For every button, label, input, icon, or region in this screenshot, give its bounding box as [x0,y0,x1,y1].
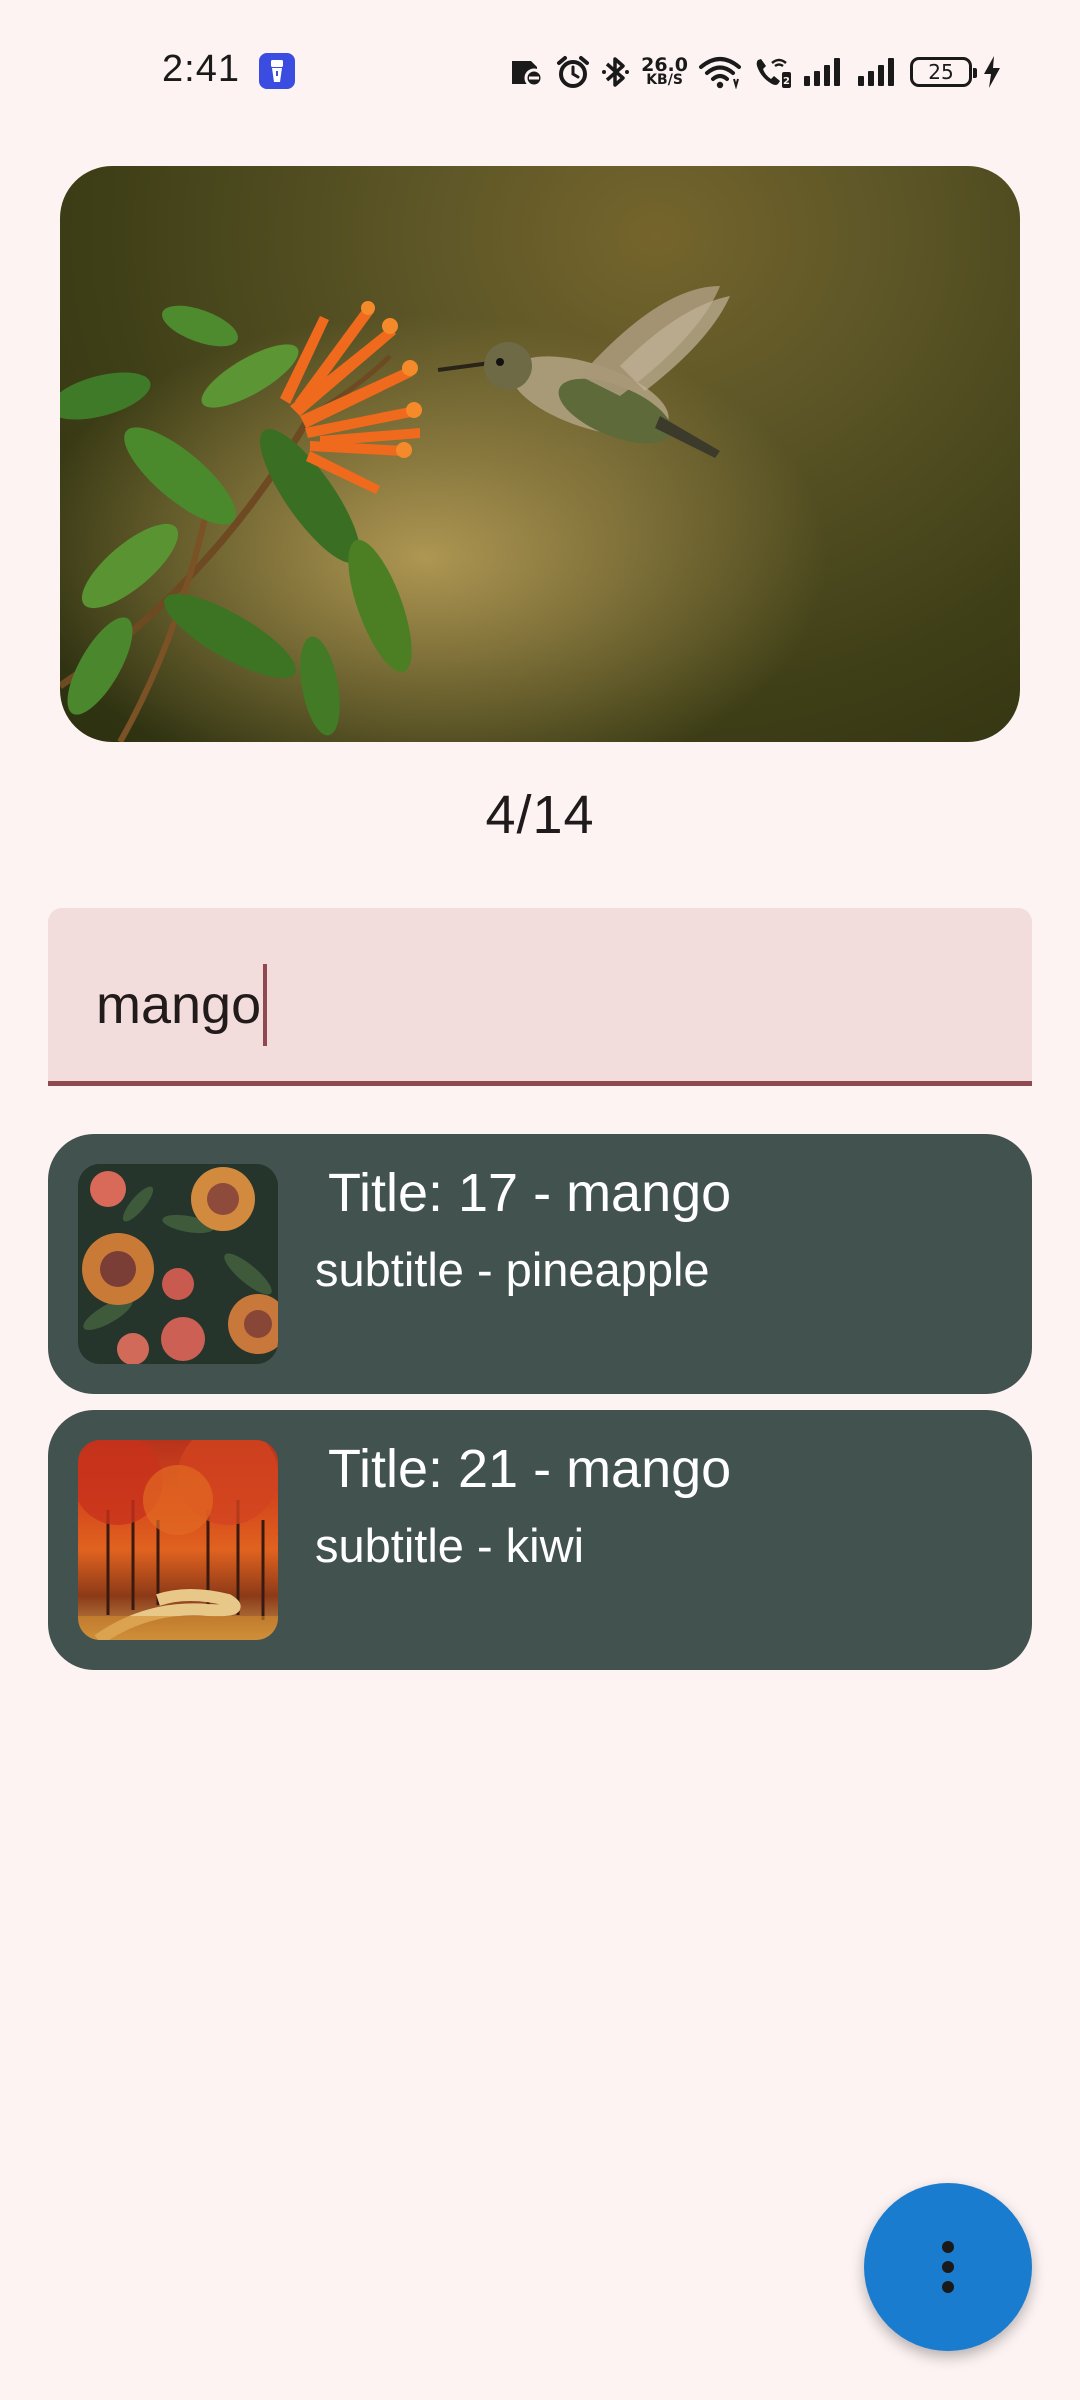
network-speed-unit: KB/S [646,72,683,89]
status-bar: 2:41 26.0 KB/S 2 25 [0,0,1080,140]
charging-icon [984,56,1000,88]
result-card[interactable]: Title: 17 - mango subtitle - pineapple [48,1134,1032,1394]
flashlight-icon [259,53,295,89]
battery-icon: 25 [910,57,977,87]
bluetooth-icon [602,57,630,87]
result-thumbnail-proteas [78,1164,278,1364]
search-input-value: mango [96,975,262,1035]
wifi-calling-icon: 2 [756,58,791,88]
text-cursor [263,964,268,1046]
more-vert-icon [942,2241,954,2293]
status-icons: 26.0 KB/S 2 25 [509,50,1002,94]
no-sim-card-icon [512,61,544,88]
gallery-image-hummingbird[interactable] [60,166,1020,742]
wifi-icon [699,57,741,89]
alarm-icon [557,56,590,88]
result-title: Title: 21 - mango [328,1439,732,1499]
network-speed: 26.0 KB/S [641,56,688,89]
status-time: 2:41 [162,48,240,90]
signal-icon [804,58,840,86]
result-subtitle: subtitle - pineapple [315,1243,710,1296]
result-thumbnail-autumn-forest [78,1440,278,1640]
search-input[interactable]: mango [96,964,268,1046]
signal-icon [858,58,894,86]
battery-level: 25 [928,60,954,84]
result-title: Title: 17 - mango [328,1163,732,1223]
more-options-fab[interactable] [864,2183,1032,2351]
image-counter: 4/14 [485,785,595,845]
search-field[interactable]: mango [48,908,1032,1086]
result-card[interactable]: Title: 21 - mango subtitle - kiwi [48,1410,1032,1670]
result-subtitle: subtitle - kiwi [315,1519,585,1572]
svg-text:2: 2 [783,76,790,87]
